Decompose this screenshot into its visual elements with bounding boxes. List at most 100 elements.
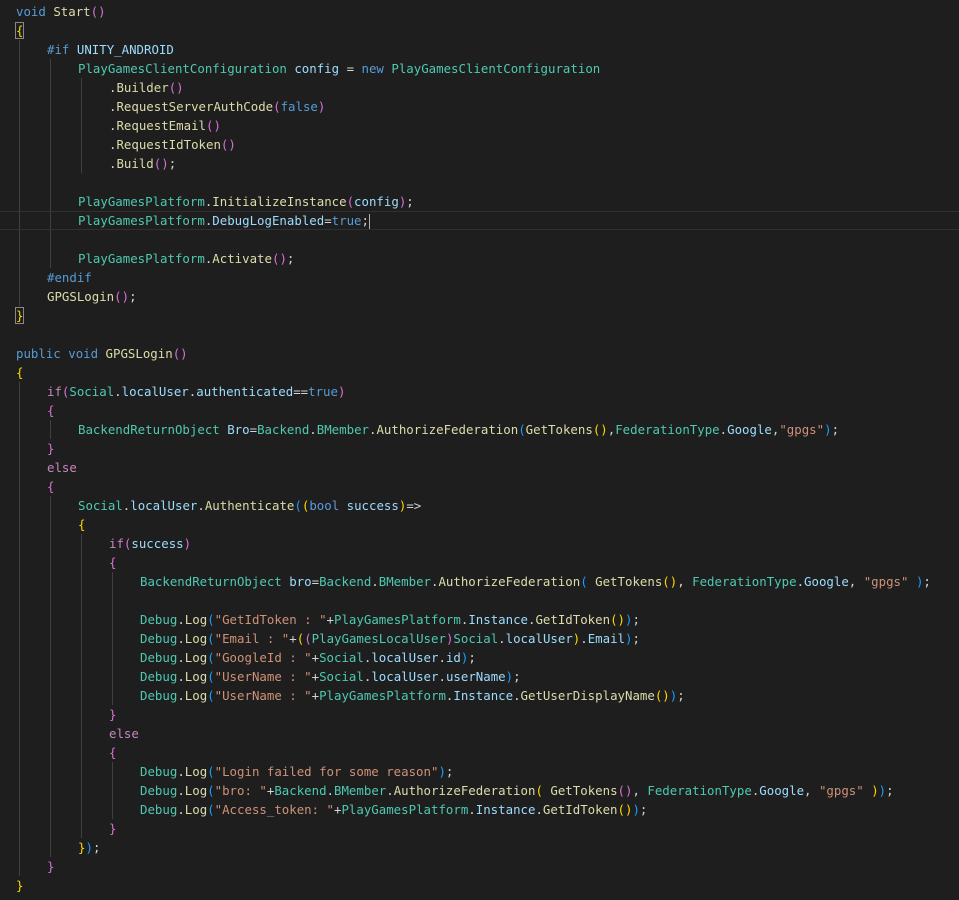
code-token: ) (438, 764, 446, 779)
indent-guide (50, 173, 51, 192)
code-token: () (662, 574, 678, 589)
indent-guide (81, 743, 82, 762)
code-token: InitializeInstance (212, 194, 347, 209)
code-line[interactable] (0, 230, 959, 249)
code-token: . (371, 574, 379, 589)
code-token: ; (129, 289, 137, 304)
code-line[interactable]: .Build(); (0, 154, 959, 173)
code-line[interactable]: .RequestIdToken() (0, 135, 959, 154)
code-token: Social (453, 631, 499, 646)
code-line[interactable]: } (0, 439, 959, 458)
code-token: Log (184, 612, 208, 627)
code-line[interactable]: { (0, 553, 959, 572)
code-token: #if (47, 42, 70, 57)
code-token: "Email : " (214, 631, 290, 646)
code-token: } (47, 859, 55, 874)
code-line[interactable]: Debug.Log("UserName : "+Social.localUser… (0, 667, 959, 686)
code-line[interactable]: PlayGamesClientConfiguration config = ne… (0, 59, 959, 78)
indent-guide (19, 192, 20, 211)
code-line[interactable]: } (0, 857, 959, 876)
code-line[interactable]: GPGSLogin(); (0, 287, 959, 306)
code-token: } (14, 307, 25, 324)
code-line[interactable]: Debug.Log("GetIdToken : "+PlayGamesPlatf… (0, 610, 959, 629)
indent-guide (50, 819, 51, 838)
indent-guide (19, 800, 20, 819)
code-line[interactable]: else (0, 458, 959, 477)
code-token: ; (406, 194, 414, 209)
indent-guide (81, 781, 82, 800)
indent-guide (81, 610, 82, 629)
code-line[interactable] (0, 591, 959, 610)
code-line[interactable]: { (0, 401, 959, 420)
code-line[interactable]: Debug.Log("Email : "+((PlayGamesLocalUse… (0, 629, 959, 648)
code-line[interactable]: if(success) (0, 534, 959, 553)
code-line[interactable]: else (0, 724, 959, 743)
code-token: Backend (274, 783, 327, 798)
code-token: , (848, 574, 864, 589)
code-token: . (386, 783, 394, 798)
indent-guide (81, 724, 82, 743)
indent-guide (19, 838, 20, 857)
code-editor[interactable]: void Start(){#if UNITY_ANDROID PlayGamesC… (0, 0, 959, 900)
indent-guide (19, 401, 20, 420)
code-line[interactable]: BackendReturnObject bro=Backend.BMember.… (0, 572, 959, 591)
code-token: Log (184, 688, 208, 703)
code-line[interactable]: Debug.Log("Access_token: "+PlayGamesPlat… (0, 800, 959, 819)
code-token: Email (587, 631, 626, 646)
indent-guide (50, 97, 51, 116)
code-line[interactable]: Debug.Log("UserName : "+PlayGamesPlatfor… (0, 686, 959, 705)
code-line[interactable]: BackendReturnObject Bro=Backend.BMember.… (0, 420, 959, 439)
code-line[interactable]: Social.localUser.Authenticate((bool succ… (0, 496, 959, 515)
code-line[interactable]: { (0, 515, 959, 534)
code-token: ; (92, 840, 101, 855)
code-line[interactable]: { (0, 21, 959, 40)
code-line[interactable]: PlayGamesPlatform.InitializeInstance(con… (0, 192, 959, 211)
code-line[interactable] (0, 325, 959, 344)
code-line[interactable]: Debug.Log("Login failed for some reason"… (0, 762, 959, 781)
code-token: . (326, 783, 335, 798)
code-token: GetUserDisplayName (520, 688, 655, 703)
code-token: if (109, 536, 124, 551)
code-line[interactable]: { (0, 363, 959, 382)
code-line[interactable]: { (0, 477, 959, 496)
code-line[interactable]: void Start() (0, 2, 959, 21)
code-line[interactable]: Debug.Log("GoogleId : "+Social.localUser… (0, 648, 959, 667)
code-line[interactable]: } (0, 306, 959, 325)
code-line[interactable] (0, 173, 959, 192)
indent-guide (19, 230, 20, 249)
code-line[interactable]: .RequestEmail() (0, 116, 959, 135)
code-token: Log (184, 650, 208, 665)
code-token: () (206, 118, 221, 133)
code-token: void (68, 346, 99, 361)
code-line[interactable]: } (0, 819, 959, 838)
indent-guide (112, 800, 113, 819)
code-line[interactable]: #endif (0, 268, 959, 287)
code-token: Log (184, 764, 208, 779)
code-line[interactable]: public void GPGSLogin() (0, 344, 959, 363)
code-line[interactable]: Debug.Log("bro: "+Backend.BMember.Author… (0, 781, 959, 800)
code-line[interactable]: } (0, 705, 959, 724)
indent-guide (19, 458, 20, 477)
code-line[interactable]: } (0, 876, 959, 895)
code-token: "Login failed for some reason" (214, 764, 439, 779)
code-line[interactable]: if(Social.localUser.authenticated==true) (0, 382, 959, 401)
code-line[interactable]: }); (0, 838, 959, 857)
code-line[interactable]: PlayGamesPlatform.Activate(); (0, 249, 959, 268)
code-token: = (339, 61, 362, 76)
code-line[interactable]: .Builder() (0, 78, 959, 97)
code-line[interactable]: .RequestServerAuthCode(false) (0, 97, 959, 116)
indent-guide (50, 135, 51, 154)
code-token: . (535, 802, 543, 817)
code-token: PlayGamesLocalUser (311, 631, 446, 646)
code-line[interactable]: PlayGamesPlatform.DebugLogEnabled=true; (0, 211, 959, 230)
indent-guide (19, 686, 20, 705)
code-line[interactable]: { (0, 743, 959, 762)
indent-guide (19, 40, 20, 59)
code-token: BMember (316, 422, 369, 437)
indent-guide (50, 781, 51, 800)
code-token: () (114, 289, 130, 304)
code-token: ) (183, 536, 192, 551)
code-token: . (438, 650, 446, 665)
code-line[interactable]: #if UNITY_ANDROID (0, 40, 959, 59)
